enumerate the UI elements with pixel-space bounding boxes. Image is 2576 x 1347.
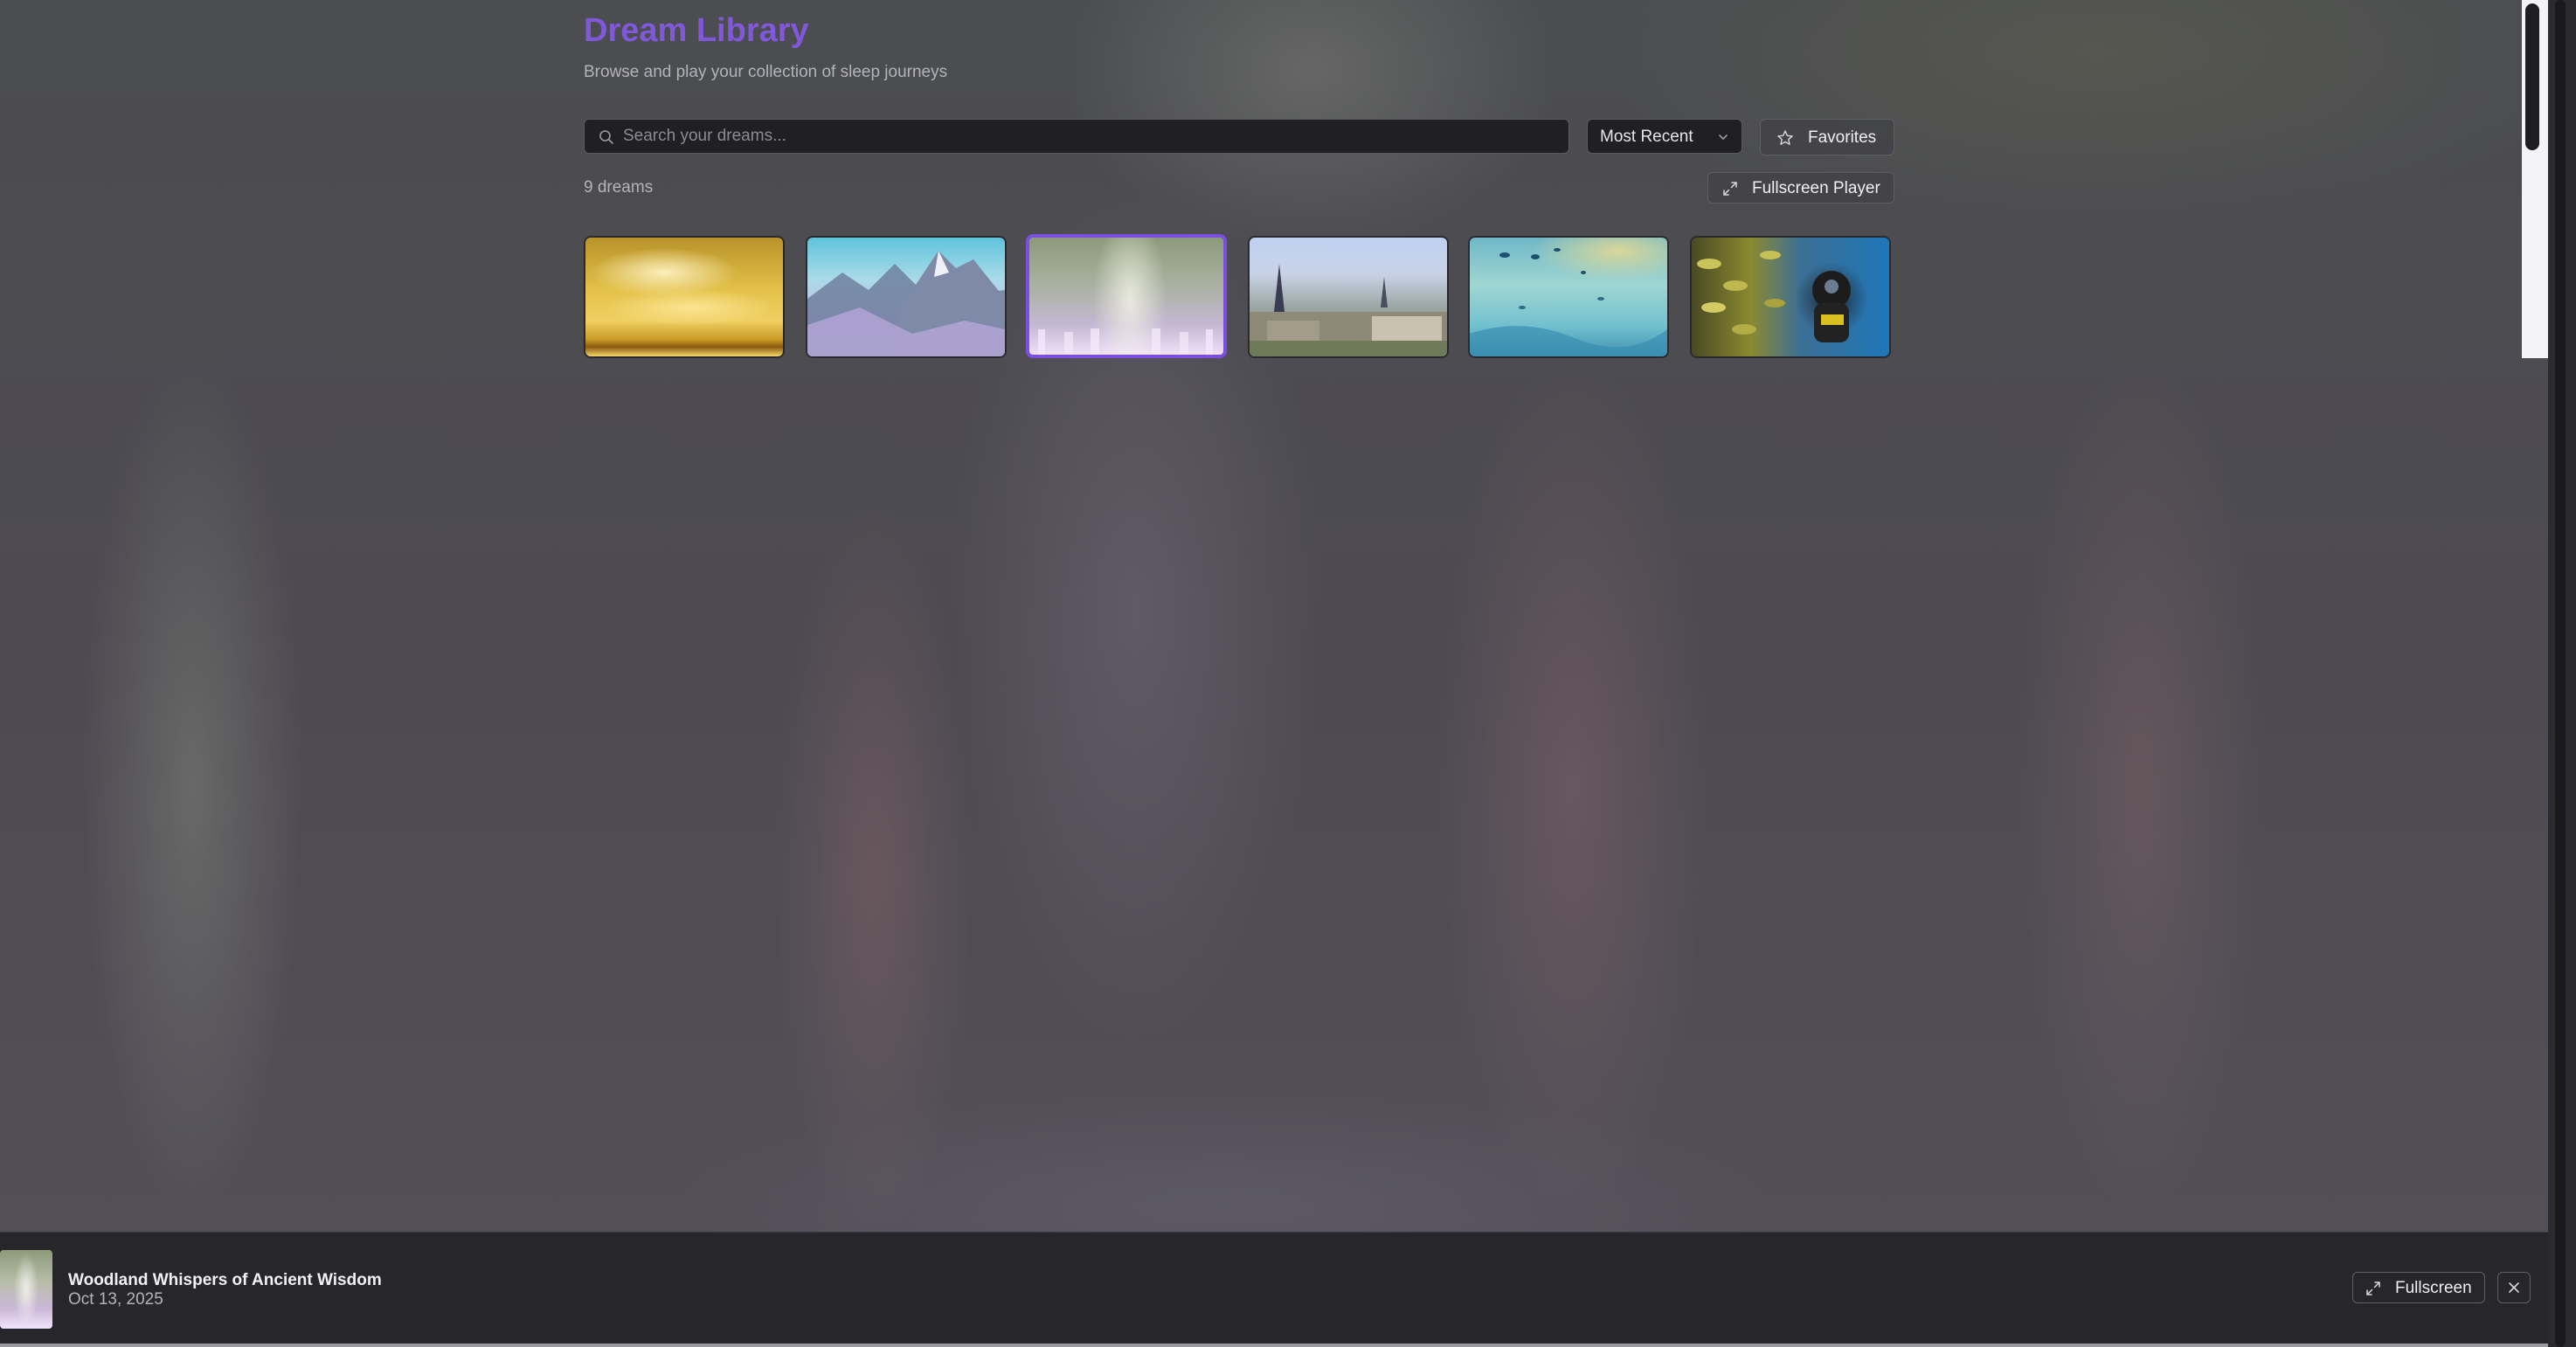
now-playing-fullscreen-label: Fullscreen bbox=[2395, 1279, 2472, 1297]
player-bottom-edge bbox=[0, 1344, 2548, 1347]
favorites-button[interactable]: Favorites bbox=[1760, 119, 1894, 155]
dream-card[interactable] bbox=[806, 236, 1007, 358]
close-icon bbox=[2509, 1282, 2519, 1293]
now-playing-fullscreen-button[interactable]: Fullscreen bbox=[2352, 1272, 2485, 1303]
sort-select-value: Most Recent bbox=[1600, 128, 1693, 146]
sort-select[interactable]: Most Recent bbox=[1587, 119, 1742, 154]
close-player-button[interactable] bbox=[2497, 1272, 2531, 1303]
page-scrollbar[interactable] bbox=[2555, 0, 2566, 1347]
dream-thumbnail-forest-light bbox=[1029, 238, 1223, 355]
dream-thumbnail-city-skyline bbox=[1250, 238, 1447, 356]
star-icon bbox=[1777, 130, 1793, 145]
search-input[interactable] bbox=[623, 120, 1549, 153]
expand-icon bbox=[2366, 1281, 2380, 1295]
scrollbar-thumb[interactable] bbox=[2525, 3, 2539, 150]
page-title: Dream Library bbox=[584, 12, 809, 49]
page-subtitle: Browse and play your collection of sleep… bbox=[584, 63, 948, 81]
dream-thumbnail-mountains bbox=[807, 238, 1005, 356]
dream-card[interactable] bbox=[584, 236, 785, 358]
background-blur bbox=[0, 0, 2576, 1347]
chevron-down-icon bbox=[1719, 135, 1728, 140]
dream-card[interactable] bbox=[1690, 236, 1891, 358]
expand-icon bbox=[1723, 182, 1737, 196]
search-icon bbox=[599, 130, 613, 144]
now-playing-date: Oct 13, 2025 bbox=[68, 1290, 163, 1309]
now-playing-thumbnail[interactable] bbox=[0, 1250, 52, 1329]
dream-thumbnail-golden-sky bbox=[585, 238, 783, 356]
dream-thumbnail-ocean-fish bbox=[1470, 238, 1667, 356]
dream-thumbnail-scuba-diver bbox=[1692, 238, 1889, 356]
search-box[interactable] bbox=[584, 119, 1569, 154]
dream-count: 9 dreams bbox=[584, 178, 654, 197]
favorites-button-label: Favorites bbox=[1808, 128, 1877, 147]
dream-card-selected[interactable] bbox=[1026, 234, 1227, 358]
dream-card[interactable] bbox=[1248, 236, 1449, 358]
fullscreen-player-button[interactable]: Fullscreen Player bbox=[1707, 172, 1894, 204]
now-playing-bar: Woodland Whispers of Ancient Wisdom Oct … bbox=[0, 1232, 2548, 1344]
dream-card[interactable] bbox=[1468, 236, 1669, 358]
dream-grid bbox=[584, 234, 1896, 358]
fullscreen-player-label: Fullscreen Player bbox=[1752, 179, 1880, 197]
now-playing-title: Woodland Whispers of Ancient Wisdom bbox=[68, 1271, 382, 1289]
